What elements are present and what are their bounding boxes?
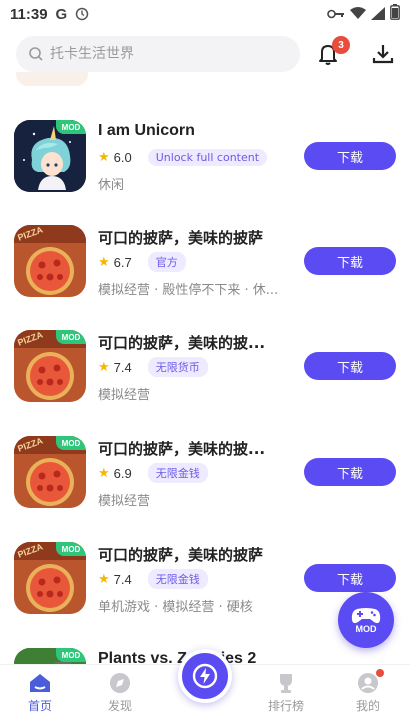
- mod-badge: MOD: [56, 436, 86, 450]
- app-tag: Unlock full content: [147, 148, 268, 166]
- app-thumbnail[interactable]: MOD: [14, 648, 86, 664]
- app-meta: ★ 7.4 无限金钱: [98, 569, 208, 589]
- star-icon: ★: [98, 571, 110, 587]
- star-icon: ★: [98, 465, 110, 481]
- nav-mine[interactable]: 我的: [338, 669, 398, 719]
- star-icon: ★: [98, 254, 110, 270]
- download-button[interactable]: 下载: [304, 142, 396, 170]
- download-button[interactable]: 下载: [304, 247, 396, 275]
- key-icon: [327, 5, 345, 24]
- mod-badge: MOD: [56, 120, 86, 134]
- app-meta: ★ 6.9 无限金钱: [98, 463, 208, 483]
- app-category: 模拟经营: [98, 494, 151, 509]
- mod-badge: MOD: [56, 330, 86, 344]
- app-tag: 无限金钱: [147, 463, 208, 483]
- app-category: 模拟经营: [98, 388, 151, 403]
- app-tag: 无限金钱: [147, 569, 208, 589]
- compass-icon: [108, 671, 132, 695]
- notification-dot: [376, 669, 384, 677]
- list-item[interactable]: PIZZA 可口的披萨，美味的披萨 ★ 6.7 官方 模拟经营 · 殿性停不下来…: [0, 225, 410, 331]
- mod-badge: MOD: [56, 542, 86, 556]
- list-item[interactable]: PIZZA MOD 可口的披萨，美味的披... ★ 7.4 无限货币 模拟经营 …: [0, 330, 410, 436]
- star-icon: ★: [98, 359, 110, 375]
- mod-floating-button[interactable]: MOD: [338, 592, 394, 648]
- nav-home[interactable]: 首页: [10, 671, 70, 719]
- wifi-icon: [350, 5, 366, 24]
- app-title[interactable]: 可口的披萨，美味的披萨: [98, 544, 263, 565]
- sync-icon: [75, 7, 89, 21]
- home-icon: [28, 671, 52, 695]
- mod-badge: MOD: [56, 648, 86, 662]
- previous-item-thumbnail-edge: [16, 72, 88, 86]
- app-meta: ★ 6.7 官方: [98, 252, 186, 272]
- download-button[interactable]: 下载: [304, 458, 396, 486]
- app-thumbnail[interactable]: PIZZA MOD: [14, 542, 86, 614]
- app-list[interactable]: MOD I am Unicorn ★ 6.0 Unlock full conte…: [0, 72, 410, 664]
- app-category: 模拟经营 · 殿性停不下来 · 休...: [98, 283, 279, 298]
- download-button[interactable]: 下载: [304, 564, 396, 592]
- app-title[interactable]: 可口的披萨，美味的披...: [98, 438, 265, 459]
- star-icon: ★: [98, 149, 110, 165]
- google-icon: G: [55, 5, 68, 23]
- gamepad-icon: [351, 606, 381, 626]
- nav-discover[interactable]: 发现: [90, 671, 150, 719]
- status-bar: 11:39 G: [0, 0, 410, 28]
- app-title[interactable]: 可口的披萨，美味的披萨: [98, 227, 263, 248]
- app-rating: 6.9: [113, 465, 132, 481]
- download-button[interactable]: 下载: [304, 352, 396, 380]
- app-tag: 无限货币: [147, 357, 208, 377]
- app-category: 单机游戏 · 模拟经营 · 硬核: [98, 600, 253, 615]
- app-tag: 官方: [147, 252, 186, 272]
- download-icon[interactable]: [370, 40, 396, 68]
- mod-floating-label: MOD: [355, 624, 377, 634]
- app-category: 休闲: [98, 178, 125, 193]
- lightning-icon: [192, 663, 218, 689]
- header: 3: [0, 36, 410, 72]
- battery-icon: [390, 4, 400, 24]
- nav-ranking-label: 排行榜: [267, 699, 304, 713]
- bottom-nav: 首页 发现 排行榜 我的: [0, 649, 410, 720]
- app-thumbnail[interactable]: MOD: [14, 120, 86, 192]
- nav-discover-label: 发现: [107, 699, 132, 713]
- nav-home-label: 首页: [27, 699, 52, 713]
- search-icon: [28, 46, 44, 62]
- app-rating: 6.0: [113, 149, 132, 165]
- app-title[interactable]: 可口的披萨，美味的披...: [98, 332, 265, 353]
- status-time: 11:39: [10, 5, 48, 23]
- app-rating: 7.4: [113, 571, 132, 587]
- list-item[interactable]: MOD I am Unicorn ★ 6.0 Unlock full conte…: [0, 120, 410, 226]
- nav-center-button[interactable]: [178, 649, 232, 703]
- app-title[interactable]: Plants vs. Zombies 2: [98, 650, 256, 664]
- app-meta: ★ 7.4 无限货币: [98, 357, 208, 377]
- app-thumbnail[interactable]: PIZZA MOD: [14, 436, 86, 508]
- search-input[interactable]: [50, 46, 280, 62]
- nav-ranking[interactable]: 排行榜: [256, 671, 316, 719]
- app-thumbnail[interactable]: PIZZA MOD: [14, 330, 86, 402]
- app-meta: ★ 6.0 Unlock full content: [98, 148, 268, 166]
- signal-icon: [371, 5, 385, 24]
- app-rating: 6.7: [113, 254, 132, 270]
- app-title[interactable]: I am Unicorn: [98, 122, 195, 140]
- notification-badge: 3: [332, 36, 350, 54]
- nav-mine-label: 我的: [355, 699, 380, 713]
- app-thumbnail[interactable]: PIZZA: [14, 225, 86, 297]
- trophy-icon: [274, 671, 298, 695]
- list-item[interactable]: PIZZA MOD 可口的披萨，美味的披... ★ 6.9 无限金钱 模拟经营 …: [0, 436, 410, 542]
- app-rating: 7.4: [113, 359, 132, 375]
- search-bar[interactable]: [16, 36, 300, 72]
